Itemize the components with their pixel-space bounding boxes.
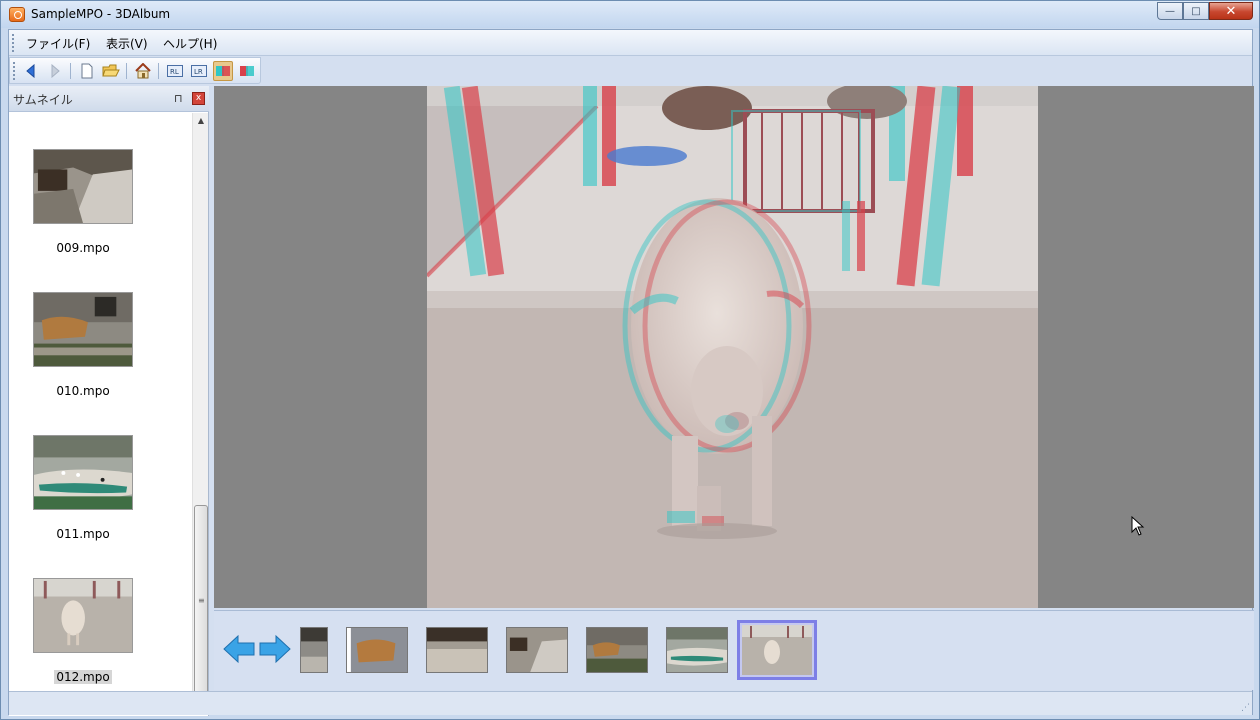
toolbar: RL LR	[9, 57, 261, 84]
anaglyph-alt-button[interactable]	[237, 61, 257, 81]
anaglyph-photo	[427, 86, 1038, 608]
open-folder-icon	[102, 64, 120, 77]
film-thumbnail-selected[interactable]	[737, 620, 817, 680]
thumbnail-label: 009.mpo	[56, 241, 110, 255]
svg-text:RL: RL	[170, 68, 179, 76]
mouse-cursor-icon	[1131, 516, 1145, 536]
new-file-icon	[81, 63, 93, 79]
menu-help[interactable]: ヘルプ(H)	[163, 35, 217, 52]
thumbnail-label: 012.mpo	[54, 670, 112, 684]
close-button[interactable]: ✕	[1209, 2, 1253, 20]
toolbar-separator	[158, 63, 159, 79]
anaglyph-button[interactable]	[213, 61, 233, 81]
maximize-icon: □	[1191, 5, 1201, 17]
pin-icon[interactable]: ⊓	[174, 92, 183, 105]
client-area: ファイル(F) 表示(V) ヘルプ(H) RL LR サムネイル ⊓ x 009…	[8, 29, 1254, 716]
scroll-thumb[interactable]: ≡	[194, 505, 208, 699]
film-thumbnail[interactable]	[666, 627, 728, 673]
back-button[interactable]	[21, 61, 41, 81]
forward-button[interactable]	[45, 61, 65, 81]
new-button[interactable]	[77, 61, 97, 81]
toolbar-separator	[70, 63, 71, 79]
window-title: SampleMPO - 3DAlbum	[31, 7, 171, 21]
menu-file[interactable]: ファイル(F)	[26, 35, 90, 52]
thumbnail-label: 010.mpo	[56, 384, 110, 398]
toolbar-separator	[126, 63, 127, 79]
close-icon: ✕	[1225, 3, 1237, 19]
lr-view-button[interactable]: LR	[189, 61, 209, 81]
grip-icon: ≡	[198, 596, 205, 605]
thumbnail-scrollbar[interactable]: ▲ ≡ ▼	[192, 113, 208, 715]
film-thumbnail[interactable]	[586, 627, 648, 673]
thumbnail-image	[33, 292, 133, 367]
thumbnail-image	[33, 435, 133, 510]
panel-close-button[interactable]: x	[192, 92, 205, 105]
film-thumbnail-image	[742, 625, 812, 675]
thumbnail-item[interactable]: 010.mpo	[33, 292, 133, 398]
status-bar: ⋰	[9, 691, 1252, 715]
film-next-arrow-icon[interactable]	[258, 634, 292, 664]
minimize-button[interactable]: —	[1157, 2, 1183, 20]
back-arrow-icon	[26, 64, 35, 78]
app-window: SampleMPO - 3DAlbum — □ ✕ ファイル(F) 表示(V) …	[0, 0, 1260, 720]
minimize-icon: —	[1165, 5, 1175, 17]
thumbnail-item[interactable]: 011.mpo	[33, 435, 133, 541]
toolbar-grip[interactable]	[13, 62, 16, 80]
rl-view-button[interactable]: RL	[165, 61, 185, 81]
menu-view[interactable]: 表示(V)	[106, 35, 148, 52]
film-thumbnail[interactable]	[506, 627, 568, 673]
film-thumbnail[interactable]	[346, 627, 408, 673]
thumbnail-panel-title: サムネイル	[13, 93, 73, 107]
thumbnail-label: 011.mpo	[56, 527, 110, 541]
scroll-up-icon[interactable]: ▲	[193, 113, 209, 129]
camera-app-icon	[9, 7, 25, 22]
close-icon: x	[195, 93, 202, 103]
image-viewer[interactable]	[214, 86, 1254, 608]
home-button[interactable]	[133, 61, 153, 81]
lr-view-icon: LR	[191, 65, 207, 77]
maximize-button[interactable]: □	[1183, 2, 1209, 20]
menu-bar: ファイル(F) 表示(V) ヘルプ(H)	[9, 30, 1252, 56]
filmstrip	[214, 610, 1254, 690]
resize-grip-icon[interactable]: ⋰	[1241, 703, 1250, 713]
thumbnail-list[interactable]: 009.mpo 010.mpo 011.mpo 012.mpo	[9, 113, 192, 716]
window-controls: — □ ✕	[1157, 2, 1253, 20]
film-prev-arrow-icon[interactable]	[222, 634, 256, 664]
home-icon	[135, 63, 151, 79]
film-thumbnail[interactable]	[426, 627, 488, 673]
title-bar[interactable]: SampleMPO - 3DAlbum — □ ✕	[1, 1, 1259, 28]
rl-view-icon: RL	[167, 65, 183, 77]
thumbnail-item[interactable]: 009.mpo	[33, 149, 133, 255]
open-button[interactable]	[101, 61, 121, 81]
anaglyph-alt-icon	[240, 66, 254, 76]
thumbnail-image	[33, 149, 133, 224]
forward-arrow-icon	[51, 64, 60, 78]
anaglyph-icon	[216, 66, 230, 76]
film-thumbnail[interactable]	[300, 627, 328, 673]
thumbnail-image	[33, 578, 133, 653]
thumbnail-panel-header: サムネイル ⊓ x	[9, 86, 209, 112]
thumbnail-item-selected[interactable]: 012.mpo	[33, 578, 133, 684]
svg-text:LR: LR	[194, 68, 203, 76]
menu-grip[interactable]	[12, 34, 15, 52]
thumbnail-panel: サムネイル ⊓ x 009.mpo 010.mpo 011.mpo 012.mp…	[9, 86, 209, 716]
